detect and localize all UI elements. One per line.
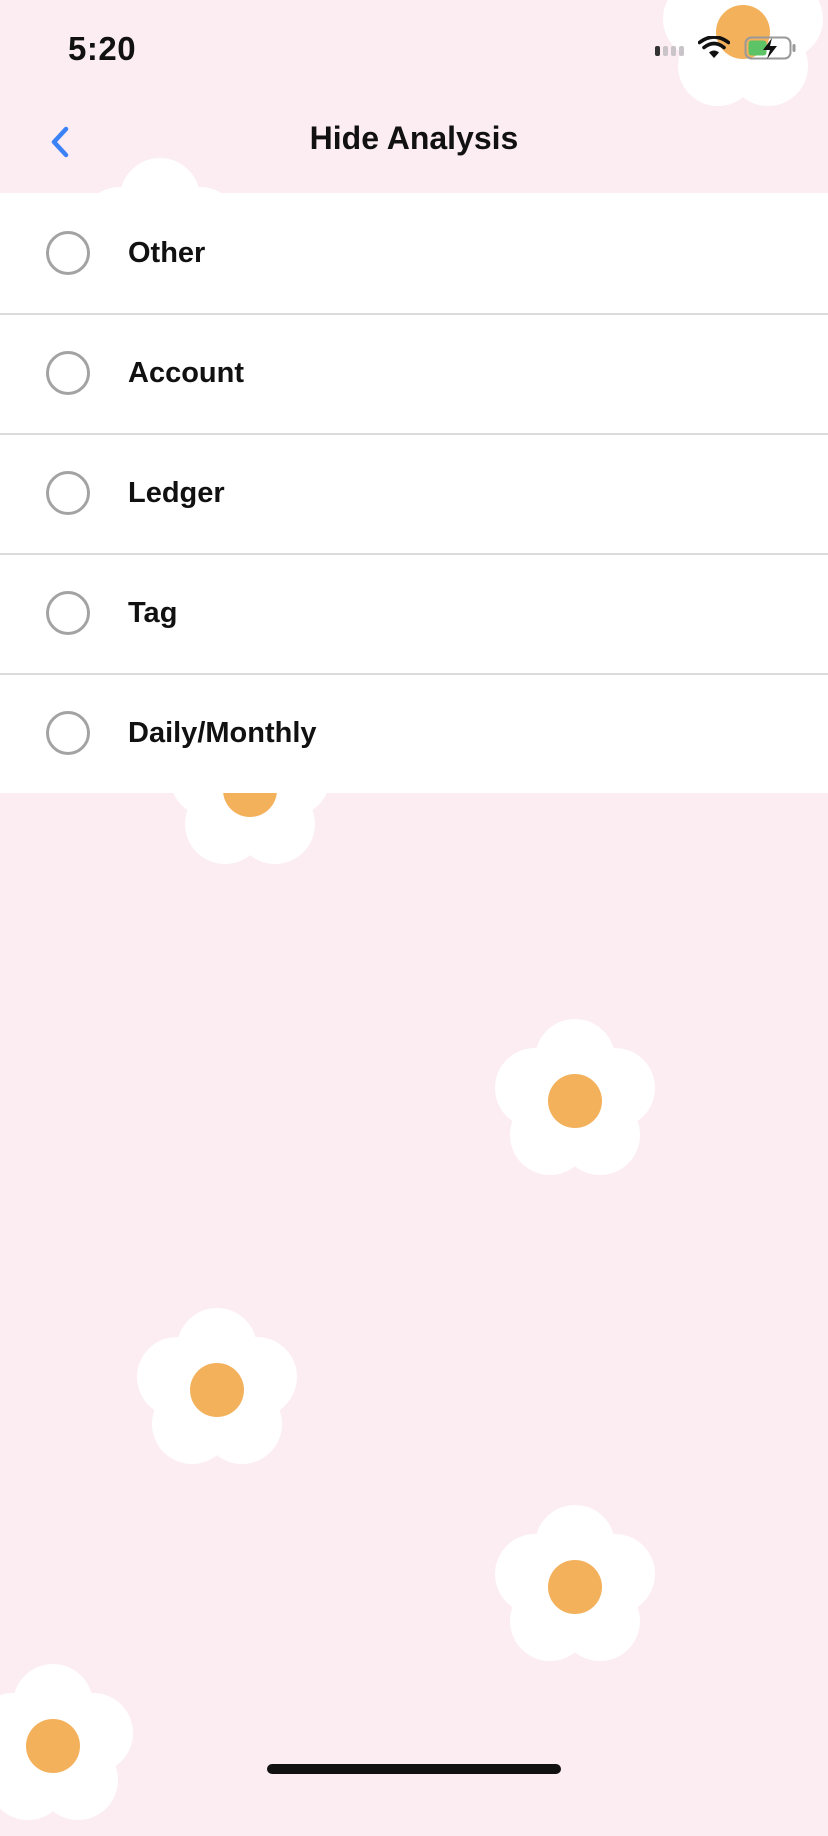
status-time: 5:20 xyxy=(68,30,137,67)
option-label: Tag xyxy=(128,596,178,629)
option-row-ledger[interactable]: Ledger xyxy=(0,433,828,553)
radio-button[interactable] xyxy=(46,711,90,755)
option-row-account[interactable]: Account xyxy=(0,313,828,433)
flower-decoration xyxy=(0,1656,143,1836)
flower-decoration xyxy=(485,1011,665,1191)
wifi-icon xyxy=(698,36,730,58)
radio-button[interactable] xyxy=(46,591,90,635)
options-list: Other Account Ledger Tag Daily/Monthly xyxy=(0,193,828,793)
option-label: Daily/Monthly xyxy=(128,716,317,749)
cellular-signal-icon xyxy=(655,40,684,56)
battery-charging-icon xyxy=(744,36,796,60)
flower-decoration xyxy=(485,1497,665,1677)
navigation-bar: Hide Analysis xyxy=(0,92,828,193)
status-bar: 5:20 xyxy=(0,0,828,92)
option-row-tag[interactable]: Tag xyxy=(0,553,828,673)
option-label: Other xyxy=(128,236,206,269)
radio-button[interactable] xyxy=(46,351,90,395)
page-title: Hide Analysis xyxy=(309,120,519,156)
radio-button[interactable] xyxy=(46,231,90,275)
option-label: Account xyxy=(128,356,244,389)
status-icons xyxy=(655,35,798,61)
option-row-daily-monthly[interactable]: Daily/Monthly xyxy=(0,673,828,793)
home-indicator xyxy=(267,1764,561,1774)
option-label: Ledger xyxy=(128,476,225,509)
option-row-other[interactable]: Other xyxy=(0,193,828,313)
radio-button[interactable] xyxy=(46,471,90,515)
flower-decoration xyxy=(127,1300,307,1480)
